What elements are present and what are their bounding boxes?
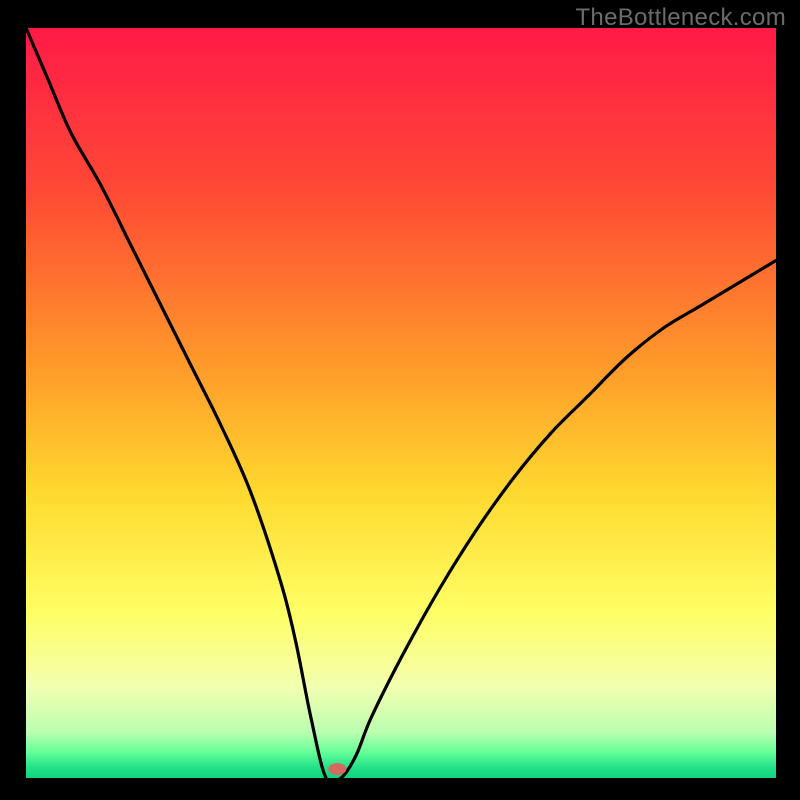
watermark-text: TheBottleneck.com — [575, 4, 786, 32]
bottleneck-chart — [26, 28, 776, 778]
chart-frame: TheBottleneck.com — [0, 0, 800, 800]
bottleneck-marker — [328, 763, 346, 775]
plot-background — [26, 28, 776, 778]
